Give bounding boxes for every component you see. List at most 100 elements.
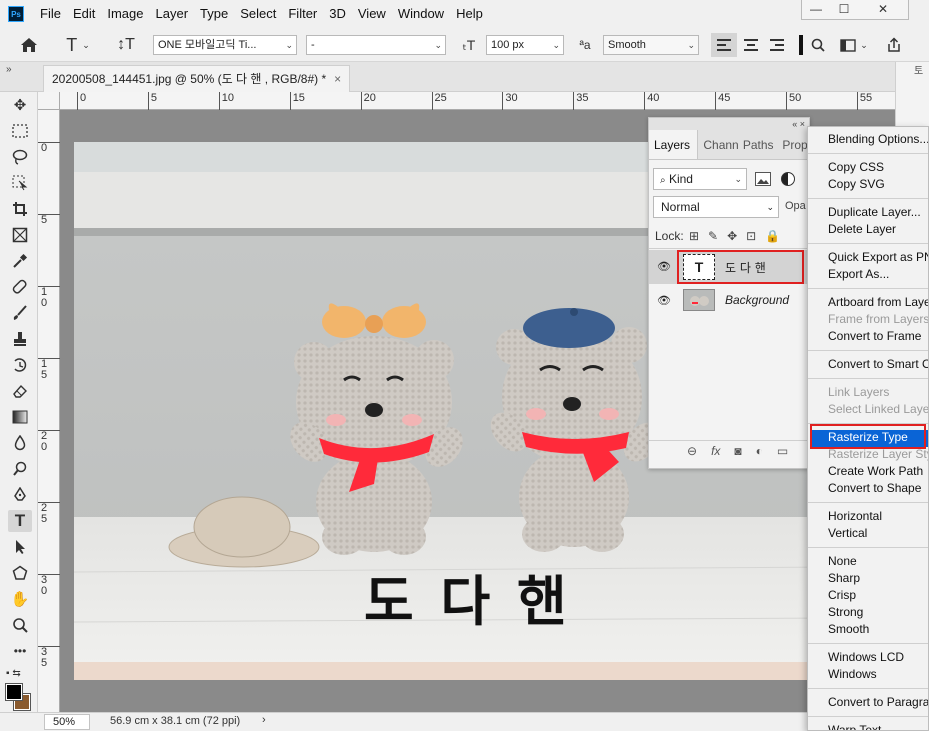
- menu-item-blending-options[interactable]: Blending Options...: [828, 131, 928, 148]
- healing-brush-tool-icon[interactable]: [8, 276, 32, 298]
- menu-view[interactable]: View: [352, 0, 392, 28]
- type-tool-icon[interactable]: T: [8, 510, 32, 532]
- link-layers-icon[interactable]: ⊖: [687, 444, 697, 458]
- hand-tool-icon[interactable]: ✋: [8, 588, 32, 610]
- tab-layers[interactable]: Layers: [649, 130, 699, 159]
- tab-properties[interactable]: Prop: [777, 130, 809, 159]
- minimize-button[interactable]: —: [802, 0, 830, 19]
- zoom-tool-icon[interactable]: [8, 614, 32, 636]
- align-right-icon[interactable]: [765, 35, 789, 55]
- document-tab[interactable]: 20200508_144451.jpg @ 50% (도 다 핸 , RGB/8…: [43, 65, 351, 92]
- search-icon[interactable]: [808, 35, 828, 55]
- foreground-color-swatch[interactable]: [5, 683, 23, 701]
- object-selection-tool-icon[interactable]: [8, 172, 32, 194]
- menu-type[interactable]: Type: [194, 0, 234, 28]
- group-folder-icon[interactable]: ▭: [777, 444, 788, 458]
- menu-item-convert-to-shape[interactable]: Convert to Shape: [828, 480, 921, 497]
- font-style-select[interactable]: - ⌄: [306, 35, 446, 55]
- tab-channels[interactable]: Chann: [698, 130, 738, 159]
- layer-row-background[interactable]: 👁 Background: [649, 284, 809, 318]
- status-menu-arrow-icon[interactable]: ›: [262, 714, 266, 726]
- type-layer-text[interactable]: 도 다 핸: [364, 557, 571, 636]
- menu-item-delete-layer[interactable]: Delete Layer: [828, 221, 896, 238]
- history-brush-tool-icon[interactable]: [8, 354, 32, 376]
- menu-item-duplicate-layer[interactable]: Duplicate Layer...: [828, 204, 921, 221]
- menu-filter[interactable]: Filter: [282, 0, 323, 28]
- menu-file[interactable]: File: [34, 0, 67, 28]
- filter-pixel-icon[interactable]: [755, 172, 771, 186]
- menu-item-convert-to-frame[interactable]: Convert to Frame: [828, 328, 921, 345]
- swap-colors-icon[interactable]: ▪ ⇆: [6, 668, 32, 682]
- text-color-swatch[interactable]: [799, 35, 803, 55]
- font-size-field[interactable]: 100 px ⌄: [486, 35, 564, 55]
- menu-item-convert-to-smart-object[interactable]: Convert to Smart Object: [828, 356, 928, 373]
- move-tool-icon[interactable]: ✥: [8, 94, 32, 116]
- menu-item-sharp[interactable]: Sharp: [828, 570, 860, 587]
- menu-edit[interactable]: Edit: [67, 0, 101, 28]
- menu-item-copy-svg[interactable]: Copy SVG: [828, 176, 885, 193]
- menu-help[interactable]: Help: [450, 0, 489, 28]
- brush-tool-icon[interactable]: [8, 302, 32, 324]
- more-tools-icon[interactable]: •••: [8, 640, 32, 662]
- layer-name[interactable]: Background: [725, 293, 789, 307]
- expand-panels-icon[interactable]: »: [6, 64, 12, 75]
- blur-tool-icon[interactable]: [8, 432, 32, 454]
- share-icon[interactable]: [882, 35, 906, 55]
- zoom-level-field[interactable]: 50%: [44, 714, 90, 730]
- add-mask-icon[interactable]: ◙: [734, 444, 741, 458]
- menu-item-vertical[interactable]: Vertical: [828, 525, 867, 542]
- lasso-tool-icon[interactable]: [8, 146, 32, 168]
- menu-item-warp-text[interactable]: Warp Text...: [828, 722, 891, 730]
- menu-item-crisp[interactable]: Crisp: [828, 587, 856, 604]
- menu-item-artboard-from-layers[interactable]: Artboard from Layers...: [828, 294, 928, 311]
- menu-select[interactable]: Select: [234, 0, 282, 28]
- menu-item-convert-to-paragraph-text[interactable]: Convert to Paragraph Text: [828, 694, 928, 711]
- pen-tool-icon[interactable]: [8, 484, 32, 506]
- menu-item-windows[interactable]: Windows: [828, 666, 877, 683]
- tab-paths[interactable]: Paths: [738, 130, 778, 159]
- menu-item-none[interactable]: None: [828, 553, 857, 570]
- menu-item-export-as[interactable]: Export As...: [828, 266, 889, 283]
- align-center-icon[interactable]: [739, 35, 763, 55]
- menu-item-windows-lcd[interactable]: Windows LCD: [828, 649, 904, 666]
- menu-image[interactable]: Image: [101, 0, 149, 28]
- shape-tool-icon[interactable]: [8, 562, 32, 584]
- filter-adjustment-icon[interactable]: [781, 172, 795, 186]
- close-tab-icon[interactable]: ×: [334, 72, 341, 86]
- layer-filter-select[interactable]: ⌕ Kind ⌄: [653, 168, 747, 190]
- crop-tool-icon[interactable]: [8, 198, 32, 220]
- workspace-icon[interactable]: ⌄: [838, 35, 870, 55]
- menu-item-quick-export-as-png[interactable]: Quick Export as PNG: [828, 249, 928, 266]
- gradient-tool-icon[interactable]: [8, 406, 32, 428]
- menu-item-copy-css[interactable]: Copy CSS: [828, 159, 884, 176]
- clone-stamp-tool-icon[interactable]: [8, 328, 32, 350]
- fx-icon[interactable]: fx: [711, 444, 720, 458]
- menu-item-horizontal[interactable]: Horizontal: [828, 508, 882, 525]
- blend-mode-select[interactable]: Normal ⌄: [653, 196, 779, 218]
- font-family-select[interactable]: ONE 모바일고딕 Ti... ⌄: [153, 35, 297, 55]
- menu-layer[interactable]: Layer: [150, 0, 195, 28]
- eyedropper-tool-icon[interactable]: [8, 250, 32, 272]
- visibility-eye-icon[interactable]: 👁: [657, 294, 671, 307]
- home-icon[interactable]: [16, 35, 42, 55]
- panel-collapse-controls[interactable]: « ×: [649, 118, 809, 130]
- toggle-text-orientation-icon[interactable]: ↕T: [114, 35, 138, 55]
- type-tool-preset-icon[interactable]: T ⌄: [60, 35, 96, 55]
- menu-3d[interactable]: 3D: [323, 0, 352, 28]
- menu-window[interactable]: Window: [392, 0, 450, 28]
- menu-item-strong[interactable]: Strong: [828, 604, 863, 621]
- visibility-eye-icon[interactable]: 👁: [657, 260, 671, 273]
- close-window-button[interactable]: ✕: [858, 0, 908, 19]
- maximize-button[interactable]: ☐: [830, 0, 858, 19]
- menu-item-create-work-path[interactable]: Create Work Path: [828, 463, 923, 480]
- align-left-icon[interactable]: [711, 33, 737, 57]
- frame-tool-icon[interactable]: [8, 224, 32, 246]
- adjustment-layer-icon[interactable]: ◐: [756, 444, 763, 458]
- dodge-tool-icon[interactable]: [8, 458, 32, 480]
- marquee-tool-icon[interactable]: [8, 120, 32, 142]
- anti-alias-select[interactable]: Smooth ⌄: [603, 35, 699, 55]
- menu-item-smooth[interactable]: Smooth: [828, 621, 869, 638]
- eraser-tool-icon[interactable]: [8, 380, 32, 402]
- path-selection-tool-icon[interactable]: [8, 536, 32, 558]
- lock-icons[interactable]: ⊞✎✥⊡🔒: [689, 229, 789, 243]
